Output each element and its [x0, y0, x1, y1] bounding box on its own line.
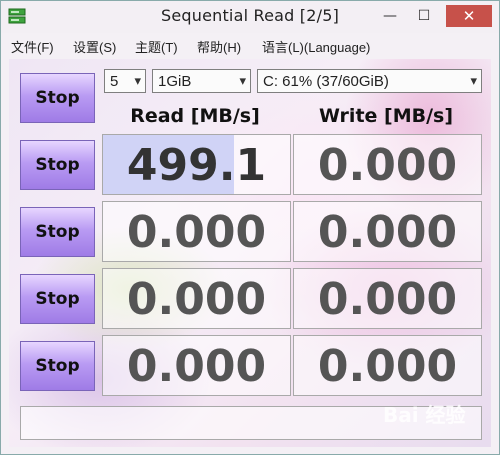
minimize-button[interactable]: — — [373, 5, 407, 27]
chevron-down-icon: ▾ — [239, 73, 246, 88]
write-result-4k: 0.000 — [293, 268, 482, 329]
menu-settings[interactable]: 设置(S) — [73, 37, 116, 56]
stop-4k-button[interactable]: Stop — [20, 274, 95, 324]
read-value: 0.000 — [126, 207, 267, 258]
read-result-512k: 0.000 — [102, 201, 291, 262]
read-result-4k-qd32: 0.000 — [102, 335, 291, 396]
chevron-down-icon: ▾ — [470, 73, 477, 88]
read-value: 499.1 — [126, 140, 267, 191]
drive-value: C: 61% (37/60GiB) — [263, 73, 389, 90]
write-value: 0.000 — [317, 274, 458, 325]
test-count-select[interactable]: 5 ▾ — [104, 69, 146, 93]
read-column-header: Read [MB/s] — [130, 105, 260, 127]
test-size-select[interactable]: 1GiB ▾ — [152, 69, 251, 93]
stop-4k-qd32-button[interactable]: Stop — [20, 341, 95, 391]
write-value: 0.000 — [317, 341, 458, 392]
drive-select[interactable]: C: 61% (37/60GiB) ▾ — [257, 69, 482, 93]
test-count-value: 5 — [110, 73, 119, 90]
stop-all-button[interactable]: Stop — [20, 73, 95, 123]
menu-language[interactable]: 语言(L)(Language) — [262, 37, 370, 56]
close-button[interactable]: ✕ — [446, 5, 492, 27]
write-result-seq: 0.000 — [293, 134, 482, 195]
write-value: 0.000 — [317, 140, 458, 191]
maximize-button[interactable]: ☐ — [407, 5, 441, 27]
stop-seq-button[interactable]: Stop — [20, 140, 95, 190]
chevron-down-icon: ▾ — [134, 73, 141, 88]
write-value: 0.000 — [317, 207, 458, 258]
read-value: 0.000 — [126, 274, 267, 325]
menu-file[interactable]: 文件(F) — [11, 37, 54, 56]
menu-help[interactable]: 帮助(H) — [197, 37, 241, 56]
baidu-watermark: Bai 经验 — [383, 403, 466, 427]
read-result-seq: 499.1 — [102, 134, 291, 195]
stop-512k-button[interactable]: Stop — [20, 207, 95, 257]
write-column-header: Write [MB/s] — [318, 105, 454, 127]
menu-theme[interactable]: 主题(T) — [135, 37, 178, 56]
app-window: Sequential Read [2/5] — ☐ ✕ 文件(F) 设置(S) … — [0, 0, 500, 455]
read-value: 0.000 — [126, 341, 267, 392]
menu-bar: 文件(F) 设置(S) 主题(T) 帮助(H) 语言(L)(Language) — [1, 34, 499, 56]
write-result-4k-qd32: 0.000 — [293, 335, 482, 396]
test-size-value: 1GiB — [158, 73, 192, 90]
title-bar[interactable]: Sequential Read [2/5] — ☐ ✕ — [1, 1, 499, 33]
write-result-512k: 0.000 — [293, 201, 482, 262]
read-result-4k: 0.000 — [102, 268, 291, 329]
